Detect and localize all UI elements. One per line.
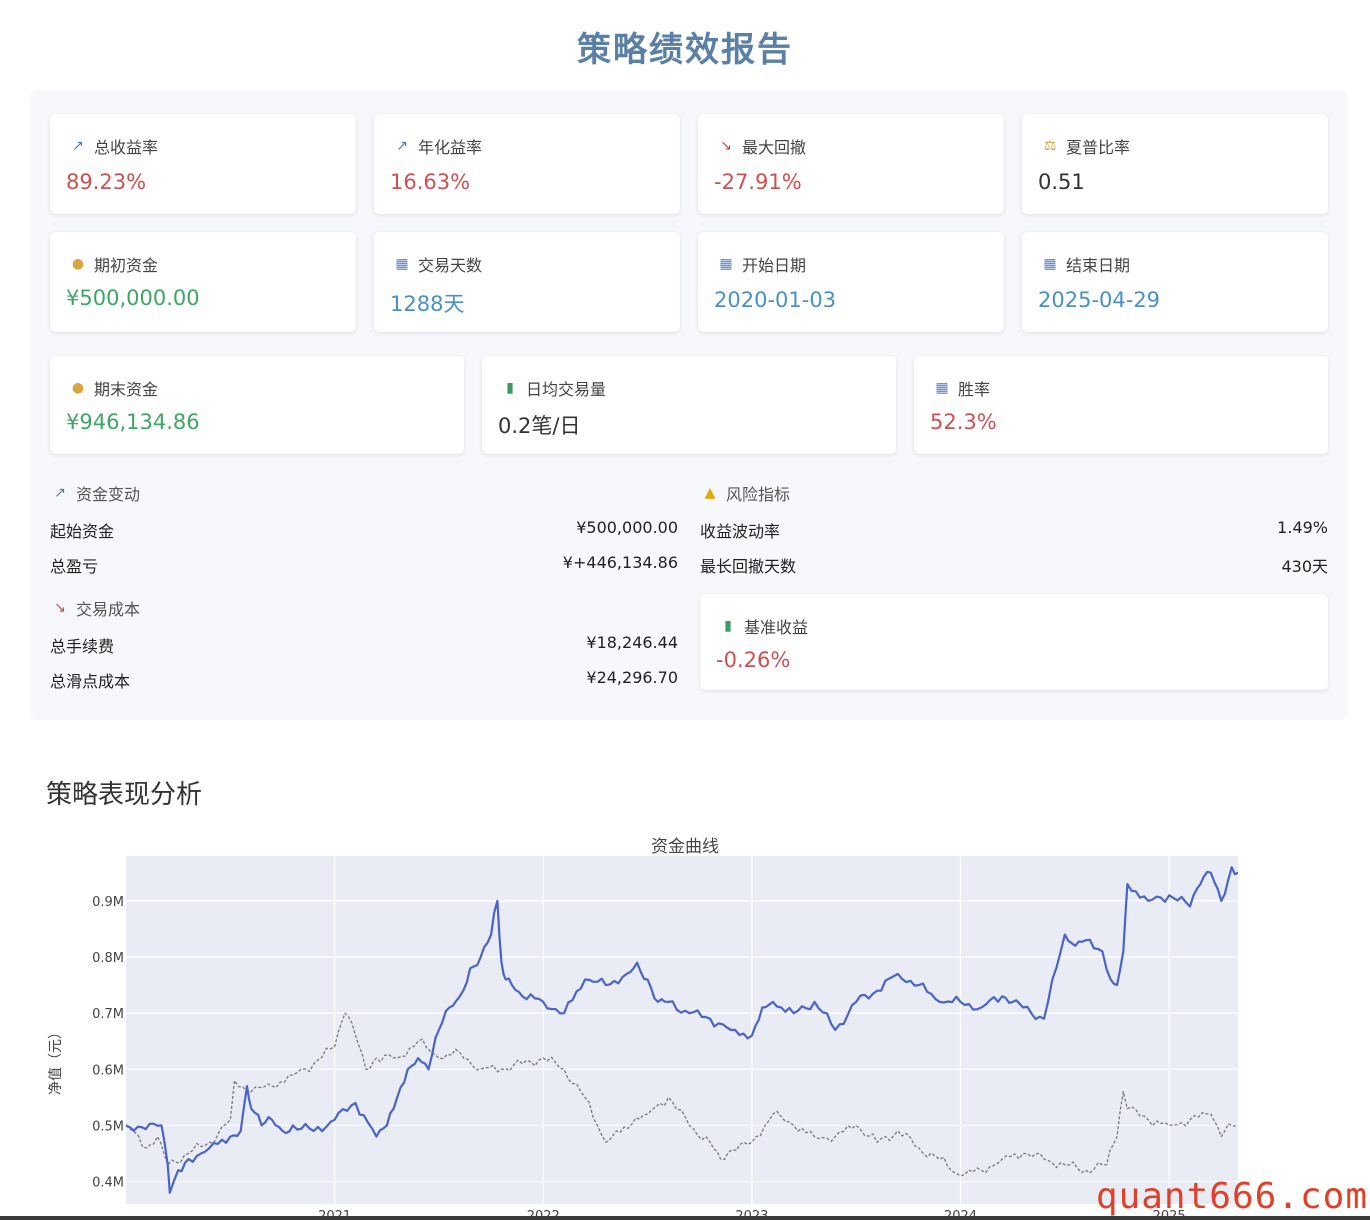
page-title: 策略绩效报告 [577,30,793,70]
y-tick-label: 0.5M [92,1119,124,1134]
analysis-title: 策略表现分析 [46,780,203,810]
metric-card-final-capital: 期末资金 ¥946,134.86 [50,356,464,454]
calendar-icon [1040,255,1060,273]
metric-value: 16.63% [390,170,471,194]
y-tick-label: 0.9M [92,895,124,910]
metric-card-win-rate: 胜率 52.3% [914,356,1328,454]
risk-row-volatility: 收益波动率 1.49% [700,518,1328,541]
cost-row-commission: 总手续费 ¥18,246.44 [50,633,678,656]
y-axis-label: 净值（元） [48,1025,64,1095]
x-tick-label: 2021 [318,1209,351,1216]
report-panel: 总收益率 89.23% 年化益率 16.63% 最大回撤 -27.91% 夏普比… [30,90,1348,720]
calendar-icon [716,255,736,273]
metric-value: 2020-01-03 [714,288,837,312]
chart-down-icon [50,599,70,617]
x-tick-label: 2024 [944,1209,977,1216]
metric-value: 89.23% [66,170,147,194]
metric-card-total-return: 总收益率 89.23% [50,114,356,214]
metric-value: 0.2笔/日 [498,414,581,438]
y-tick-label: 0.6M [92,1063,124,1078]
metric-card-trading-days: 交易天数 1288天 [374,232,680,332]
y-tick-labels: 0.4M 0.5M 0.6M 0.7M 0.8M 0.9M [92,895,124,1191]
metric-value: ¥946,134.86 [66,410,200,434]
metric-value: ¥500,000.00 [66,286,200,310]
x-tick-label: 2022 [527,1209,560,1216]
watermark-logo: quant666.com [1095,1176,1368,1217]
metric-card-start-date: 开始日期 2020-01-03 [698,232,1004,332]
risk-section-heading: 风险指标 [700,481,790,505]
chart-up-icon [392,137,412,155]
capital-row-initial: 起始资金 ¥500,000.00 [50,518,678,541]
bar-chart-icon [718,617,738,635]
chart-up-icon [50,484,70,502]
bottom-bar [0,1216,1370,1220]
metric-card-daily-volume: 日均交易量 0.2笔/日 [482,356,896,454]
chart-down-icon [716,137,736,155]
risk-row-drawdown-days: 最长回撤天数 430天 [700,557,1328,576]
y-tick-label: 0.8M [92,951,124,966]
scale-icon [1040,137,1060,155]
warning-icon [700,484,720,502]
benchmark-value: -0.26% [716,648,791,672]
x-tick-labels: 20212022202320242025 [318,1209,1186,1216]
money-bag-icon [68,379,88,397]
metric-value: 52.3% [930,410,997,434]
calendar-icon [932,379,952,397]
capital-section-heading: 资金变动 [50,481,140,505]
equity-curve-chart[interactable]: 0.4M 0.5M 0.6M 0.7M 0.8M 0.9M 2021 2022 2023 202… [0,850,1370,1216]
x-tick-label: 2023 [735,1209,768,1216]
calendar-icon [392,255,412,273]
metric-card-max-drawdown: 最大回撤 -27.91% [698,114,1004,214]
metric-card-annual-return: 年化益率 16.63% [374,114,680,214]
metric-value: -27.91% [714,170,802,194]
money-bag-icon [68,255,88,273]
capital-row-pnl: 总盈亏 ¥+446,134.86 [50,553,678,576]
bar-chart-icon [500,379,520,397]
plot-area [126,856,1238,1204]
metric-card-sharpe: 夏普比率 0.51 [1022,114,1328,214]
benchmark-card: 基准收益 -0.26% [700,594,1328,690]
metric-value: 1288天 [390,292,465,316]
metric-card-initial-capital: 期初资金 ¥500,000.00 [50,232,356,332]
cost-section-heading: 交易成本 [50,596,140,620]
metric-value: 2025-04-29 [1038,288,1161,312]
chart-up-icon [68,137,88,155]
cost-row-slippage: 总滑点成本 ¥24,296.70 [50,668,678,691]
metric-value: 0.51 [1038,170,1085,194]
y-tick-label: 0.7M [92,1007,124,1022]
metric-card-end-date: 结束日期 2025-04-29 [1022,232,1328,332]
y-tick-label: 0.4M [92,1176,124,1191]
